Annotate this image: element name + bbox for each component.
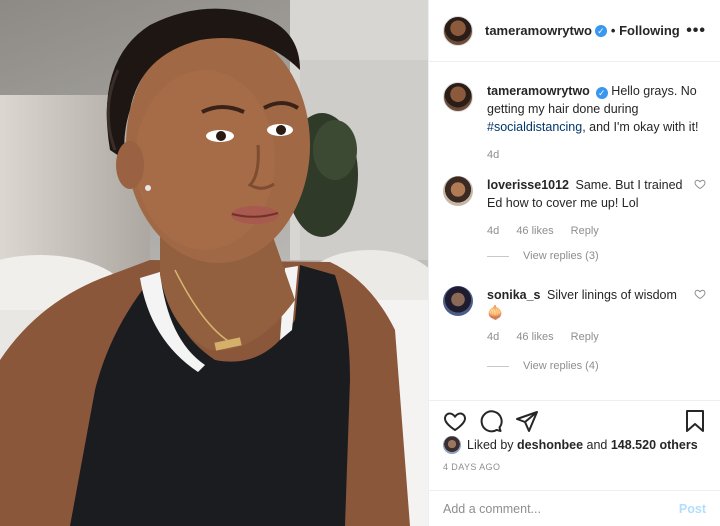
more-icon[interactable]: •••: [686, 22, 706, 40]
share-icon[interactable]: [515, 409, 539, 433]
reply-button[interactable]: Reply: [571, 225, 599, 237]
comment-emoji: 🧅: [487, 305, 504, 320]
liker-avatar[interactable]: [443, 436, 461, 454]
post-sidebar: tameramowrytwo ✓ • Following ••• tameram…: [428, 0, 720, 526]
comment-time: 4d: [487, 331, 500, 343]
verified-icon: ✓: [594, 24, 607, 37]
author-avatar[interactable]: [443, 15, 473, 46]
commenter-avatar[interactable]: [443, 286, 473, 316]
hashtag-link[interactable]: #socialdistancing: [487, 120, 582, 134]
comment-input[interactable]: [443, 501, 679, 516]
caption-text-end: , and I'm okay with it!: [582, 120, 699, 134]
reply-button[interactable]: Reply: [571, 331, 599, 343]
comment-username[interactable]: sonika_s: [487, 288, 541, 302]
verified-icon: ✓: [595, 87, 608, 99]
action-bar: [429, 400, 720, 434]
comment-heart-icon[interactable]: [694, 178, 706, 190]
post-header: tameramowrytwo ✓ • Following •••: [429, 0, 720, 62]
post-date: 4 DAYS AGO: [443, 462, 501, 472]
liker-username[interactable]: deshonbee: [517, 438, 583, 452]
view-replies-label: View replies (4): [523, 360, 599, 372]
view-replies-label: View replies (3): [523, 250, 599, 262]
comment-heart-icon[interactable]: [694, 288, 706, 300]
bookmark-icon[interactable]: [684, 409, 706, 433]
commenter-avatar[interactable]: [443, 176, 473, 206]
caption-avatar[interactable]: [443, 82, 473, 112]
caption-time: 4d: [487, 149, 500, 161]
comments-list[interactable]: tameramowrytwo ✓ Hello grays. No getting …: [429, 62, 720, 392]
likes-middle: and: [583, 438, 611, 452]
caption-username[interactable]: tameramowrytwo: [487, 84, 590, 98]
comment-username[interactable]: loverisse1012: [487, 178, 569, 192]
likes-count[interactable]: 148.520 others: [611, 438, 698, 452]
comment-text: Silver linings of wisdom: [547, 288, 677, 302]
likes-summary: Liked by deshonbee and 148.520 others: [443, 436, 706, 454]
view-replies-button[interactable]: View replies (4): [487, 360, 599, 372]
comment-icon[interactable]: [479, 409, 503, 433]
comment-item: loverisse1012 Same. But I trained Ed how…: [443, 176, 706, 240]
heart-icon[interactable]: [443, 409, 467, 433]
likes-prefix: Liked by: [467, 438, 518, 452]
comment-likes[interactable]: 46 likes: [516, 225, 553, 237]
reply-divider: [487, 365, 509, 367]
author-username[interactable]: tameramowrytwo: [485, 23, 592, 38]
comment-composer: Post: [429, 490, 720, 526]
reply-divider: [487, 255, 509, 257]
comment-time: 4d: [487, 225, 500, 237]
post-comment-button[interactable]: Post: [679, 502, 706, 516]
view-replies-button[interactable]: View replies (3): [487, 250, 599, 262]
post-photo[interactable]: [0, 0, 428, 526]
comment-likes[interactable]: 46 likes: [516, 331, 553, 343]
selfie-illustration: [0, 0, 428, 526]
comment-item: sonika_s Silver linings of wisdom 🧅 4d 4…: [443, 286, 706, 346]
following-button[interactable]: • Following: [611, 23, 680, 38]
caption: tameramowrytwo ✓ Hello grays. No getting …: [443, 82, 706, 164]
